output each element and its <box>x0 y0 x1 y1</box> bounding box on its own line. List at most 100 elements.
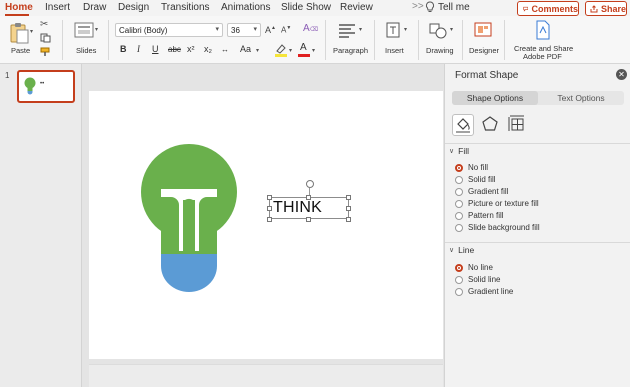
ribbon-separator <box>504 20 505 60</box>
line-option-solid[interactable]: Solid line <box>455 275 500 284</box>
highlight-dropdown-arrow[interactable]: ▾ <box>289 47 292 54</box>
resize-handle-bottom[interactable] <box>306 217 311 222</box>
character-spacing-icon[interactable]: ↔ <box>221 45 229 54</box>
fill-line-category-button[interactable] <box>452 114 474 136</box>
tell-me-search[interactable]: Tell me <box>438 2 470 13</box>
underline-button[interactable]: U <box>152 44 159 54</box>
font-color-swatch <box>298 54 310 57</box>
tab-review[interactable]: Review <box>340 2 373 13</box>
line-section-label: Line <box>458 244 475 255</box>
paragraph-icon[interactable] <box>337 22 357 38</box>
lightbulb-graphic[interactable] <box>139 144 239 292</box>
size-properties-category-button[interactable] <box>507 114 529 136</box>
cut-icon[interactable]: ✂ <box>40 19 48 30</box>
fill-option-gradient[interactable]: Gradient fill <box>455 187 508 196</box>
slide[interactable]: THINK <box>89 91 443 359</box>
font-size-select[interactable]: 36 ▾ <box>227 23 261 37</box>
slides-dropdown-arrow[interactable]: ▾ <box>95 26 98 33</box>
effects-category-button[interactable] <box>480 114 502 136</box>
radio-selected[interactable] <box>455 263 463 272</box>
radio[interactable] <box>455 211 463 220</box>
resize-handle-bottom-right[interactable] <box>346 217 351 222</box>
line-option-gradient[interactable]: Gradient line <box>455 287 513 296</box>
ribbon-separator <box>462 20 463 60</box>
bold-button[interactable]: B <box>120 44 127 54</box>
clear-formatting-icon[interactable]: A⌫ <box>303 23 318 34</box>
paragraph-label: Paragraph <box>333 46 369 55</box>
strikethrough-button[interactable]: abc <box>168 45 181 54</box>
slides-label: Slides <box>76 46 97 55</box>
radio-selected[interactable] <box>455 163 463 172</box>
drawing-shapes-icon[interactable] <box>428 21 448 41</box>
close-icon[interactable]: ✕ <box>616 69 627 80</box>
radio[interactable] <box>455 275 463 284</box>
fill-section-header[interactable]: ∨ Fill <box>445 143 630 157</box>
italic-button[interactable]: I <box>137 44 140 54</box>
radio[interactable] <box>455 287 463 296</box>
tab-animations[interactable]: Animations <box>221 2 270 13</box>
fill-section-label: Fill <box>458 145 469 156</box>
size-grid-icon <box>508 115 524 131</box>
rotate-handle[interactable] <box>306 180 314 188</box>
fill-option-label: No fill <box>468 163 489 172</box>
radio[interactable] <box>455 187 463 196</box>
drawing-dropdown-arrow[interactable]: ▾ <box>450 26 453 33</box>
designer-icon[interactable] <box>473 20 493 40</box>
chevron-down-icon: ▾ <box>215 26 219 33</box>
fill-option-label: Solid fill <box>468 175 496 184</box>
resize-handle-right[interactable] <box>346 206 351 211</box>
textbox-content[interactable]: THINK <box>273 199 322 217</box>
font-color-button[interactable]: A <box>298 42 310 57</box>
font-name-select[interactable]: Calibri (Body) ▾ <box>115 23 223 37</box>
highlighter-icon[interactable] <box>274 43 288 57</box>
adobe-pdf-icon[interactable] <box>535 20 551 40</box>
increase-font-size-icon[interactable]: A▲ <box>265 25 276 35</box>
tab-shape-options[interactable]: Shape Options <box>452 91 538 105</box>
more-tabs-chevron-icon[interactable]: >> <box>412 1 424 12</box>
tab-design[interactable]: Design <box>118 2 149 13</box>
fill-option-slide-background[interactable]: Slide background fill <box>455 223 540 232</box>
think-textbox[interactable]: THINK <box>269 197 349 219</box>
tab-insert[interactable]: Insert <box>45 2 70 13</box>
format-painter-icon[interactable] <box>40 47 51 57</box>
paste-dropdown-arrow[interactable]: ▾ <box>30 28 33 35</box>
fill-option-no-fill[interactable]: No fill <box>455 163 488 172</box>
line-section-header[interactable]: ∨ Line <box>445 242 630 256</box>
tab-slide-show[interactable]: Slide Show <box>281 2 331 13</box>
superscript-button[interactable]: x² <box>187 44 195 54</box>
fill-option-pattern[interactable]: Pattern fill <box>455 211 504 220</box>
fill-option-solid[interactable]: Solid fill <box>455 175 496 184</box>
tab-transitions[interactable]: Transitions <box>161 2 210 13</box>
change-case-dropdown-arrow[interactable]: ▾ <box>256 47 259 54</box>
thumbnail-bulb-icon <box>24 77 36 95</box>
resize-handle-left[interactable] <box>267 206 272 211</box>
decrease-font-size-icon[interactable]: A▼ <box>281 25 291 35</box>
change-case-button[interactable]: Aa <box>240 44 251 54</box>
resize-handle-top-right[interactable] <box>346 195 351 200</box>
tab-draw[interactable]: Draw <box>83 2 106 13</box>
comments-label: Comments <box>531 3 578 14</box>
tab-home[interactable]: Home <box>5 2 33 13</box>
copy-icon[interactable] <box>40 33 51 43</box>
font-name-value: Calibri (Body) <box>119 26 168 35</box>
new-slide-icon[interactable] <box>74 22 94 38</box>
resize-handle-bottom-left[interactable] <box>267 217 272 222</box>
resize-handle-top[interactable] <box>306 195 311 200</box>
comments-button[interactable]: Comments <box>517 1 579 16</box>
notes-area[interactable] <box>89 364 443 387</box>
tab-text-options[interactable]: Text Options <box>538 91 624 105</box>
slide-thumbnail[interactable]: •• <box>17 70 75 103</box>
paragraph-dropdown-arrow[interactable]: ▾ <box>359 26 362 33</box>
line-option-no-line[interactable]: No line <box>455 263 493 272</box>
share-button[interactable]: Share <box>585 1 627 16</box>
subscript-button[interactable]: x₂ <box>204 44 212 54</box>
font-color-dropdown-arrow[interactable]: ▾ <box>312 47 315 54</box>
radio[interactable] <box>455 223 463 232</box>
insert-dropdown-arrow[interactable]: ▾ <box>404 26 407 33</box>
insert-shape-icon[interactable] <box>384 21 402 41</box>
fill-option-picture[interactable]: Picture or texture fill <box>455 199 539 208</box>
radio[interactable] <box>455 175 463 184</box>
paste-button[interactable] <box>8 21 30 45</box>
resize-handle-top-left[interactable] <box>267 195 272 200</box>
radio[interactable] <box>455 199 463 208</box>
